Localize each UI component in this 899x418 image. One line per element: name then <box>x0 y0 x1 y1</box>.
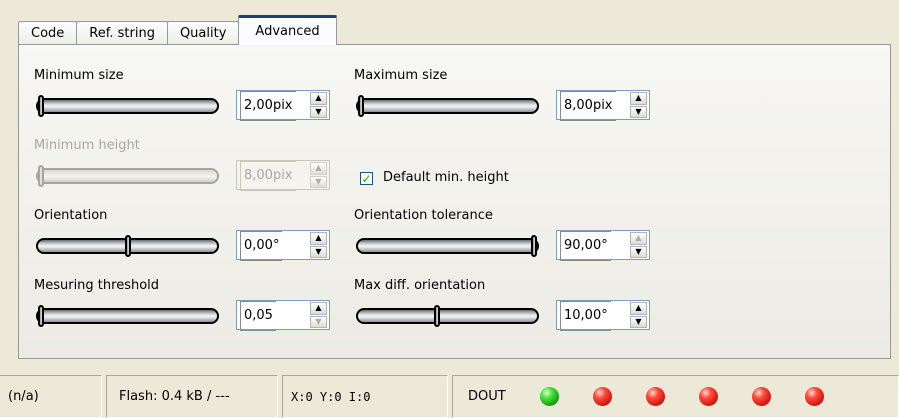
orientation-slider[interactable] <box>36 235 219 257</box>
spin-down-icon[interactable]: ▼ <box>310 105 327 118</box>
measuring-threshold-slider-thumb[interactable] <box>38 305 44 327</box>
max-size-slider[interactable] <box>356 95 539 117</box>
spin-down-icon[interactable]: ▼ <box>630 315 647 328</box>
orientation-slider-thumb[interactable] <box>125 235 131 257</box>
spin-up-icon[interactable]: ▲ <box>310 92 327 105</box>
spin-down-icon[interactable]: ▼ <box>310 315 327 328</box>
dout-panel: DOUT <box>452 375 899 418</box>
dout-led-icon <box>645 387 665 406</box>
min-height-spinbox: 8,00pix ▲ ▼ <box>236 160 330 191</box>
dout-led-icon <box>698 387 718 406</box>
dout-label: DOUT <box>468 389 506 404</box>
orientation-label: Orientation <box>34 208 108 223</box>
tab-ref-string[interactable]: Ref. string <box>76 21 168 45</box>
max-diff-orientation-label: Max diff. orientation <box>354 278 486 293</box>
max-size-label: Maximum size <box>354 68 448 83</box>
default-min-height-checkbox[interactable]: ✓ <box>360 172 373 185</box>
spin-up-icon[interactable]: ▲ <box>310 302 327 315</box>
dout-led-icon <box>804 387 824 406</box>
status-bar: (n/a) Flash: 0.4 kB / --- X:0 Y:0 I:0 DO… <box>0 375 899 418</box>
tab-strip: Code Ref. string Quality Advanced <box>18 15 337 45</box>
orientation-tolerance-slider-thumb[interactable] <box>531 235 537 257</box>
max-size-value[interactable]: 8,00pix <box>560 91 616 121</box>
spin-up-icon[interactable]: ▲ <box>310 232 327 245</box>
tab-advanced[interactable]: Advanced <box>238 15 337 45</box>
orientation-value[interactable]: 0,00° <box>240 231 283 261</box>
status-coords: X:0 Y:0 I:0 <box>282 375 448 418</box>
measuring-threshold-slider[interactable] <box>36 305 219 327</box>
min-height-slider <box>36 165 219 187</box>
spin-down-icon[interactable]: ▼ <box>630 105 647 118</box>
spin-down-icon[interactable]: ▼ <box>630 245 647 258</box>
spin-down-icon[interactable]: ▼ <box>310 245 327 258</box>
spin-down-icon: ▼ <box>310 175 327 188</box>
orientation-tolerance-label: Orientation tolerance <box>354 208 493 223</box>
orientation-tolerance-slider[interactable] <box>356 235 539 257</box>
max-size-slider-thumb[interactable] <box>358 95 364 117</box>
min-size-slider-thumb[interactable] <box>38 95 44 117</box>
max-diff-orientation-value[interactable]: 10,00° <box>560 301 611 331</box>
max-diff-orientation-spinbox[interactable]: 10,00° ▲ ▼ <box>556 300 650 331</box>
min-size-slider[interactable] <box>36 95 219 117</box>
tab-code[interactable]: Code <box>18 21 78 45</box>
status-flash: Flash: 0.4 kB / --- <box>106 375 278 418</box>
measuring-threshold-value[interactable]: 0,05 <box>240 301 276 331</box>
spin-up-icon[interactable]: ▲ <box>630 232 647 245</box>
min-size-label: Minimum size <box>34 68 124 83</box>
measuring-threshold-label: Mesuring threshold <box>34 278 160 293</box>
min-height-slider-thumb <box>38 165 44 187</box>
tab-quality[interactable]: Quality <box>166 21 240 45</box>
orientation-spinbox[interactable]: 0,00° ▲ ▼ <box>236 230 330 261</box>
max-size-spinbox[interactable]: 8,00pix ▲ ▼ <box>556 90 650 121</box>
dout-led-icon <box>539 387 559 406</box>
orientation-tolerance-spinbox[interactable]: 90,00° ▲ ▼ <box>556 230 650 261</box>
min-size-spinbox[interactable]: 2,00pix ▲ ▼ <box>236 90 330 121</box>
spin-up-icon[interactable]: ▲ <box>630 92 647 105</box>
spin-up-icon: ▲ <box>310 162 327 175</box>
max-diff-orientation-slider-thumb[interactable] <box>434 305 440 327</box>
spin-up-icon[interactable]: ▲ <box>630 302 647 315</box>
min-height-value: 8,00pix <box>240 161 296 191</box>
dout-led-icon <box>592 387 612 406</box>
default-min-height-label[interactable]: Default min. height <box>383 170 509 185</box>
measuring-threshold-spinbox[interactable]: 0,05 ▲ ▼ <box>236 300 330 331</box>
min-height-label: Minimum height <box>34 138 140 153</box>
max-diff-orientation-slider[interactable] <box>356 305 539 327</box>
dout-led-icon <box>751 387 771 406</box>
min-size-value[interactable]: 2,00pix <box>240 91 296 121</box>
status-state: (n/a) <box>0 375 102 418</box>
advanced-panel: Minimum size 2,00pix ▲ ▼ Maximum size 8,0… <box>18 44 891 359</box>
orientation-tolerance-value[interactable]: 90,00° <box>560 231 611 261</box>
